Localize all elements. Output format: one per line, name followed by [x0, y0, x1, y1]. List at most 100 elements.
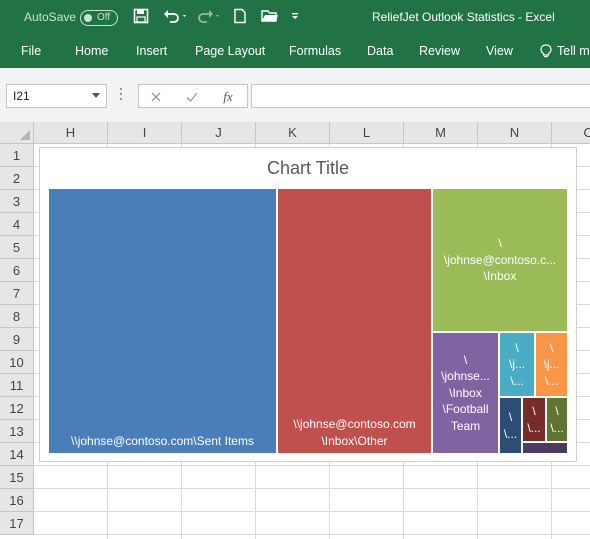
- formula-buttons: fx: [138, 84, 248, 108]
- treemap-label-line: \\johnse@contoso.com: [293, 417, 416, 431]
- formula-input[interactable]: [251, 84, 590, 108]
- treemap-tile[interactable]: \ \j... \...: [536, 333, 567, 396]
- lightbulb-icon[interactable]: [540, 44, 552, 61]
- formula-bar: I21 fx: [0, 68, 590, 122]
- row-header[interactable]: 14: [0, 443, 34, 466]
- new-document-icon[interactable]: [232, 8, 250, 26]
- name-box[interactable]: I21: [6, 84, 107, 108]
- row-header[interactable]: 12: [0, 397, 34, 420]
- treemap-label-line: \: [515, 340, 519, 355]
- treemap-tile[interactable]: \\johnse@contoso.com \Inbox\Other: [278, 189, 431, 453]
- treemap-tile-label: \ \j... \...: [538, 340, 565, 390]
- row-header[interactable]: 11: [0, 374, 34, 397]
- treemap-tile[interactable]: \ \...: [523, 398, 545, 441]
- row-header[interactable]: 9: [0, 328, 34, 351]
- treemap-tile[interactable]: \ \...: [547, 398, 567, 441]
- column-header-m[interactable]: M: [404, 122, 478, 144]
- row-header[interactable]: 15: [0, 466, 34, 489]
- tab-view[interactable]: View: [486, 44, 513, 58]
- row-header[interactable]: 17: [0, 512, 34, 535]
- row-header[interactable]: 10: [0, 351, 34, 374]
- treemap-tile[interactable]: \ \j... \...: [500, 333, 534, 396]
- customize-qat-icon[interactable]: [290, 8, 308, 26]
- tab-page-layout[interactable]: Page Layout: [195, 44, 265, 58]
- treemap-label-line: \...: [503, 426, 518, 441]
- tab-home[interactable]: Home: [75, 44, 108, 58]
- column-header-j[interactable]: J: [182, 122, 256, 144]
- grid-line: [34, 534, 590, 535]
- treemap-label-line: \...: [544, 373, 559, 388]
- column-header-l[interactable]: L: [330, 122, 404, 144]
- row-header[interactable]: 5: [0, 236, 34, 259]
- autosave-label: AutoSave: [24, 10, 77, 24]
- redo-icon[interactable]: [196, 8, 222, 26]
- treemap-label-line: \: [549, 340, 554, 355]
- treemap-label-line: \Inbox: [449, 385, 482, 400]
- treemap-label-line: \: [555, 404, 559, 418]
- treemap-label-line: \Inbox: [483, 269, 517, 284]
- tab-review[interactable]: Review: [419, 44, 460, 58]
- tab-insert[interactable]: Insert: [136, 44, 167, 58]
- ribbon-tabs: File Home Insert Page Layout Formulas Da…: [0, 36, 590, 68]
- treemap-label-line: \j...: [508, 357, 525, 372]
- treemap-label-line: \: [463, 352, 468, 367]
- treemap-chart[interactable]: Chart Title \\johnse@contoso.com\Sent It…: [39, 147, 577, 462]
- treemap-tile[interactable]: \ \...: [500, 398, 521, 453]
- treemap-tile-label: \\johnse@contoso.com\Sent Items: [51, 433, 274, 450]
- resize-handle[interactable]: [120, 88, 123, 102]
- treemap-tile-label: \ \...: [549, 403, 565, 436]
- row-header[interactable]: 8: [0, 305, 34, 328]
- treemap-label-line: \: [508, 410, 513, 424]
- treemap-tile[interactable]: [523, 443, 567, 453]
- column-header-i[interactable]: I: [108, 122, 182, 144]
- treemap-label-line: \johnse...: [441, 369, 490, 384]
- row-header[interactable]: 13: [0, 420, 34, 443]
- window-title: ReliefJet Outlook Statistics - Excel: [372, 10, 555, 24]
- column-header-k[interactable]: K: [256, 122, 330, 144]
- column-header-o[interactable]: O: [552, 122, 590, 144]
- treemap-tile-label: \\johnse@contoso.com \Inbox\Other: [280, 416, 429, 449]
- tab-data[interactable]: Data: [367, 44, 393, 58]
- row-header[interactable]: 7: [0, 282, 34, 305]
- treemap-tile-label: \ \johnse@contoso.c... \Inbox: [435, 235, 565, 285]
- treemap-tile[interactable]: \ \johnse@contoso.c... \Inbox: [433, 189, 567, 331]
- toggle-knob: [84, 14, 92, 22]
- tab-tell-me[interactable]: Tell m: [557, 44, 590, 58]
- treemap-tile-label: \ \j... \...: [502, 340, 532, 390]
- row-header[interactable]: 3: [0, 190, 34, 213]
- row-header[interactable]: 4: [0, 213, 34, 236]
- treemap-tile[interactable]: \\johnse@contoso.com\Sent Items: [49, 189, 276, 453]
- undo-icon[interactable]: [163, 8, 189, 26]
- cancel-icon[interactable]: [147, 88, 165, 106]
- grid-line: [34, 465, 590, 466]
- autosave-state: Off: [97, 12, 111, 23]
- row-header[interactable]: 2: [0, 167, 34, 190]
- treemap-label-line: \j...: [543, 357, 560, 372]
- autosave-toggle[interactable]: Off: [80, 10, 118, 26]
- save-icon[interactable]: [133, 8, 151, 26]
- grid-line: [34, 488, 590, 489]
- title-bar: AutoSave Off ReliefJet Outlook Statistic…: [0, 0, 590, 36]
- chart-title[interactable]: Chart Title: [40, 158, 576, 179]
- tab-file[interactable]: File: [21, 44, 41, 58]
- treemap-label-line: \Football: [442, 402, 489, 417]
- column-header-h[interactable]: H: [34, 122, 108, 144]
- row-header[interactable]: 6: [0, 259, 34, 282]
- select-all-button[interactable]: [0, 122, 34, 144]
- treemap-tile-label: \ \johnse... \Inbox \Football Team: [435, 352, 496, 435]
- grid-line: [34, 511, 590, 512]
- treemap-label-line: \: [532, 404, 536, 418]
- enter-check-icon[interactable]: [183, 88, 201, 106]
- treemap-tile[interactable]: \ \johnse... \Inbox \Football Team: [433, 333, 498, 453]
- treemap-label-line: \...: [527, 420, 541, 435]
- treemap-label-line: \...: [510, 373, 524, 388]
- row-header[interactable]: 16: [0, 489, 34, 512]
- column-header-n[interactable]: N: [478, 122, 552, 144]
- name-box-value: I21: [13, 89, 30, 103]
- insert-function-icon[interactable]: fx: [219, 88, 237, 106]
- open-folder-icon[interactable]: [261, 8, 279, 26]
- tab-formulas[interactable]: Formulas: [289, 44, 341, 58]
- row-header[interactable]: 1: [0, 144, 34, 167]
- chevron-down-icon[interactable]: [92, 93, 100, 98]
- treemap-label-line: \: [498, 236, 502, 251]
